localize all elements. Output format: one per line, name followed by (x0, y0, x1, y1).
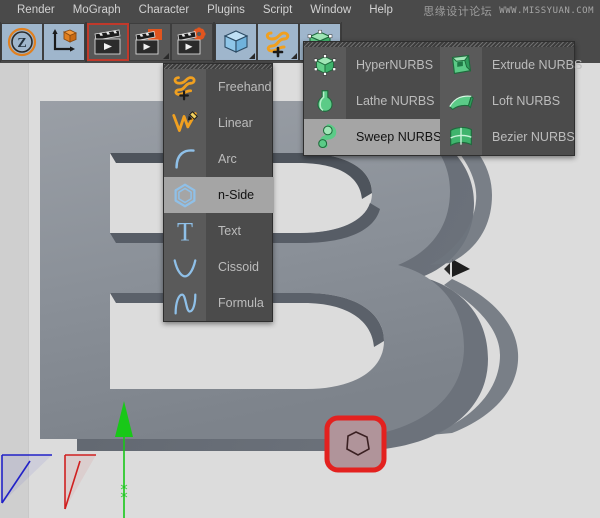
arc-spline-icon (164, 141, 206, 177)
freehand-spline-icon (164, 69, 206, 105)
menu-item-loft-nurbs[interactable]: Loft NURBS (440, 83, 576, 119)
render-settings-button[interactable] (171, 23, 213, 61)
menu-item-help[interactable]: Help (360, 0, 402, 21)
menu-item-label: Extrude NURBS (482, 47, 582, 83)
menu-item-cissoid[interactable]: Cissoid (164, 249, 272, 285)
lathe-nurbs-icon (304, 83, 346, 119)
n-side-spline-icon (164, 177, 206, 213)
text-spline-icon: T (164, 213, 206, 249)
menu-item-label: HyperNURBS (346, 47, 440, 83)
menu-item-plugins[interactable]: Plugins (198, 0, 254, 21)
toolbar-group-render (86, 22, 214, 62)
menu-item-mograph[interactable]: MoGraph (64, 0, 130, 21)
flyout-corner-icon (291, 53, 297, 59)
menu-item-bezier-nurbs[interactable]: Bezier NURBS (440, 119, 576, 155)
formula-spline-icon (164, 285, 206, 321)
menu-item-label: Lathe NURBS (346, 83, 440, 119)
menu-item-label: Bezier NURBS (482, 119, 576, 155)
cube-primitive-button[interactable] (215, 23, 257, 61)
object-axis-button[interactable] (43, 23, 85, 61)
zbrush-bridge-button[interactable]: Z (1, 23, 43, 61)
svg-text:Z: Z (17, 36, 26, 51)
linear-spline-icon (164, 105, 206, 141)
cinema4d-window: Render MoGraph Character Plugins Script … (0, 0, 600, 518)
menu-item-extrude-nurbs[interactable]: Extrude NURBS (440, 47, 576, 83)
nurbs-flyout-menu[interactable]: HyperNURBS Extrude NURBS (303, 41, 575, 156)
menu-item-label: Linear (206, 105, 272, 141)
axis-gizmo (0, 393, 180, 518)
n-side-selection-marker (327, 418, 384, 470)
toolbar-group-undo: Z (0, 22, 86, 62)
gizmo-z-axis (2, 455, 52, 503)
menu-item-render[interactable]: Render (8, 0, 64, 21)
cissoid-spline-icon (164, 249, 206, 285)
menubar: Render MoGraph Character Plugins Script … (0, 0, 600, 21)
menu-item-label: Text (206, 213, 272, 249)
spline-tools-button[interactable] (257, 23, 299, 61)
menu-item-label: n-Side (206, 177, 274, 213)
menu-item-label: Cissoid (206, 249, 272, 285)
menu-item-sweep-nurbs[interactable]: Sweep NURBS (304, 119, 440, 155)
watermark-url: WWW.MISSYUAN.COM (499, 6, 594, 16)
menu-item-linear[interactable]: Linear (164, 105, 272, 141)
menu-item-hypernurbs[interactable]: HyperNURBS (304, 47, 440, 83)
flyout-corner-icon (163, 53, 169, 59)
extrude-nurbs-icon (440, 47, 482, 83)
svg-text:T: T (177, 217, 193, 246)
menu-item-n-side[interactable]: n-Side (164, 177, 274, 213)
menu-item-lathe-nurbs[interactable]: Lathe NURBS (304, 83, 440, 119)
render-region-button[interactable] (129, 23, 171, 61)
menu-item-script[interactable]: Script (254, 0, 301, 21)
menu-item-label: Freehand (206, 69, 272, 105)
hypernurbs-icon (304, 47, 346, 83)
menu-item-label: Sweep NURBS (346, 119, 441, 155)
render-view-button[interactable] (87, 23, 129, 61)
watermark: 思缘设计论坛 WWW.MISSYUAN.COM (423, 3, 594, 19)
menu-item-freehand[interactable]: Freehand (164, 69, 272, 105)
bezier-nurbs-icon (440, 119, 482, 155)
menu-item-text[interactable]: T Text (164, 213, 272, 249)
menu-item-window[interactable]: Window (301, 0, 360, 21)
menu-item-character[interactable]: Character (130, 0, 199, 21)
loft-nurbs-icon (440, 83, 482, 119)
menu-item-formula[interactable]: Formula (164, 285, 272, 321)
gizmo-x-axis (65, 455, 96, 509)
menu-item-label: Formula (206, 285, 272, 321)
menu-item-arc[interactable]: Arc (164, 141, 272, 177)
flyout-corner-icon (249, 53, 255, 59)
spline-flyout-menu[interactable]: Freehand Linear (163, 63, 273, 322)
menu-item-label: Arc (206, 141, 272, 177)
watermark-chinese: 思缘设计论坛 (423, 3, 492, 19)
menu-item-label: Loft NURBS (482, 83, 576, 119)
gizmo-y-axis (115, 401, 133, 518)
sweep-nurbs-icon (304, 119, 346, 155)
